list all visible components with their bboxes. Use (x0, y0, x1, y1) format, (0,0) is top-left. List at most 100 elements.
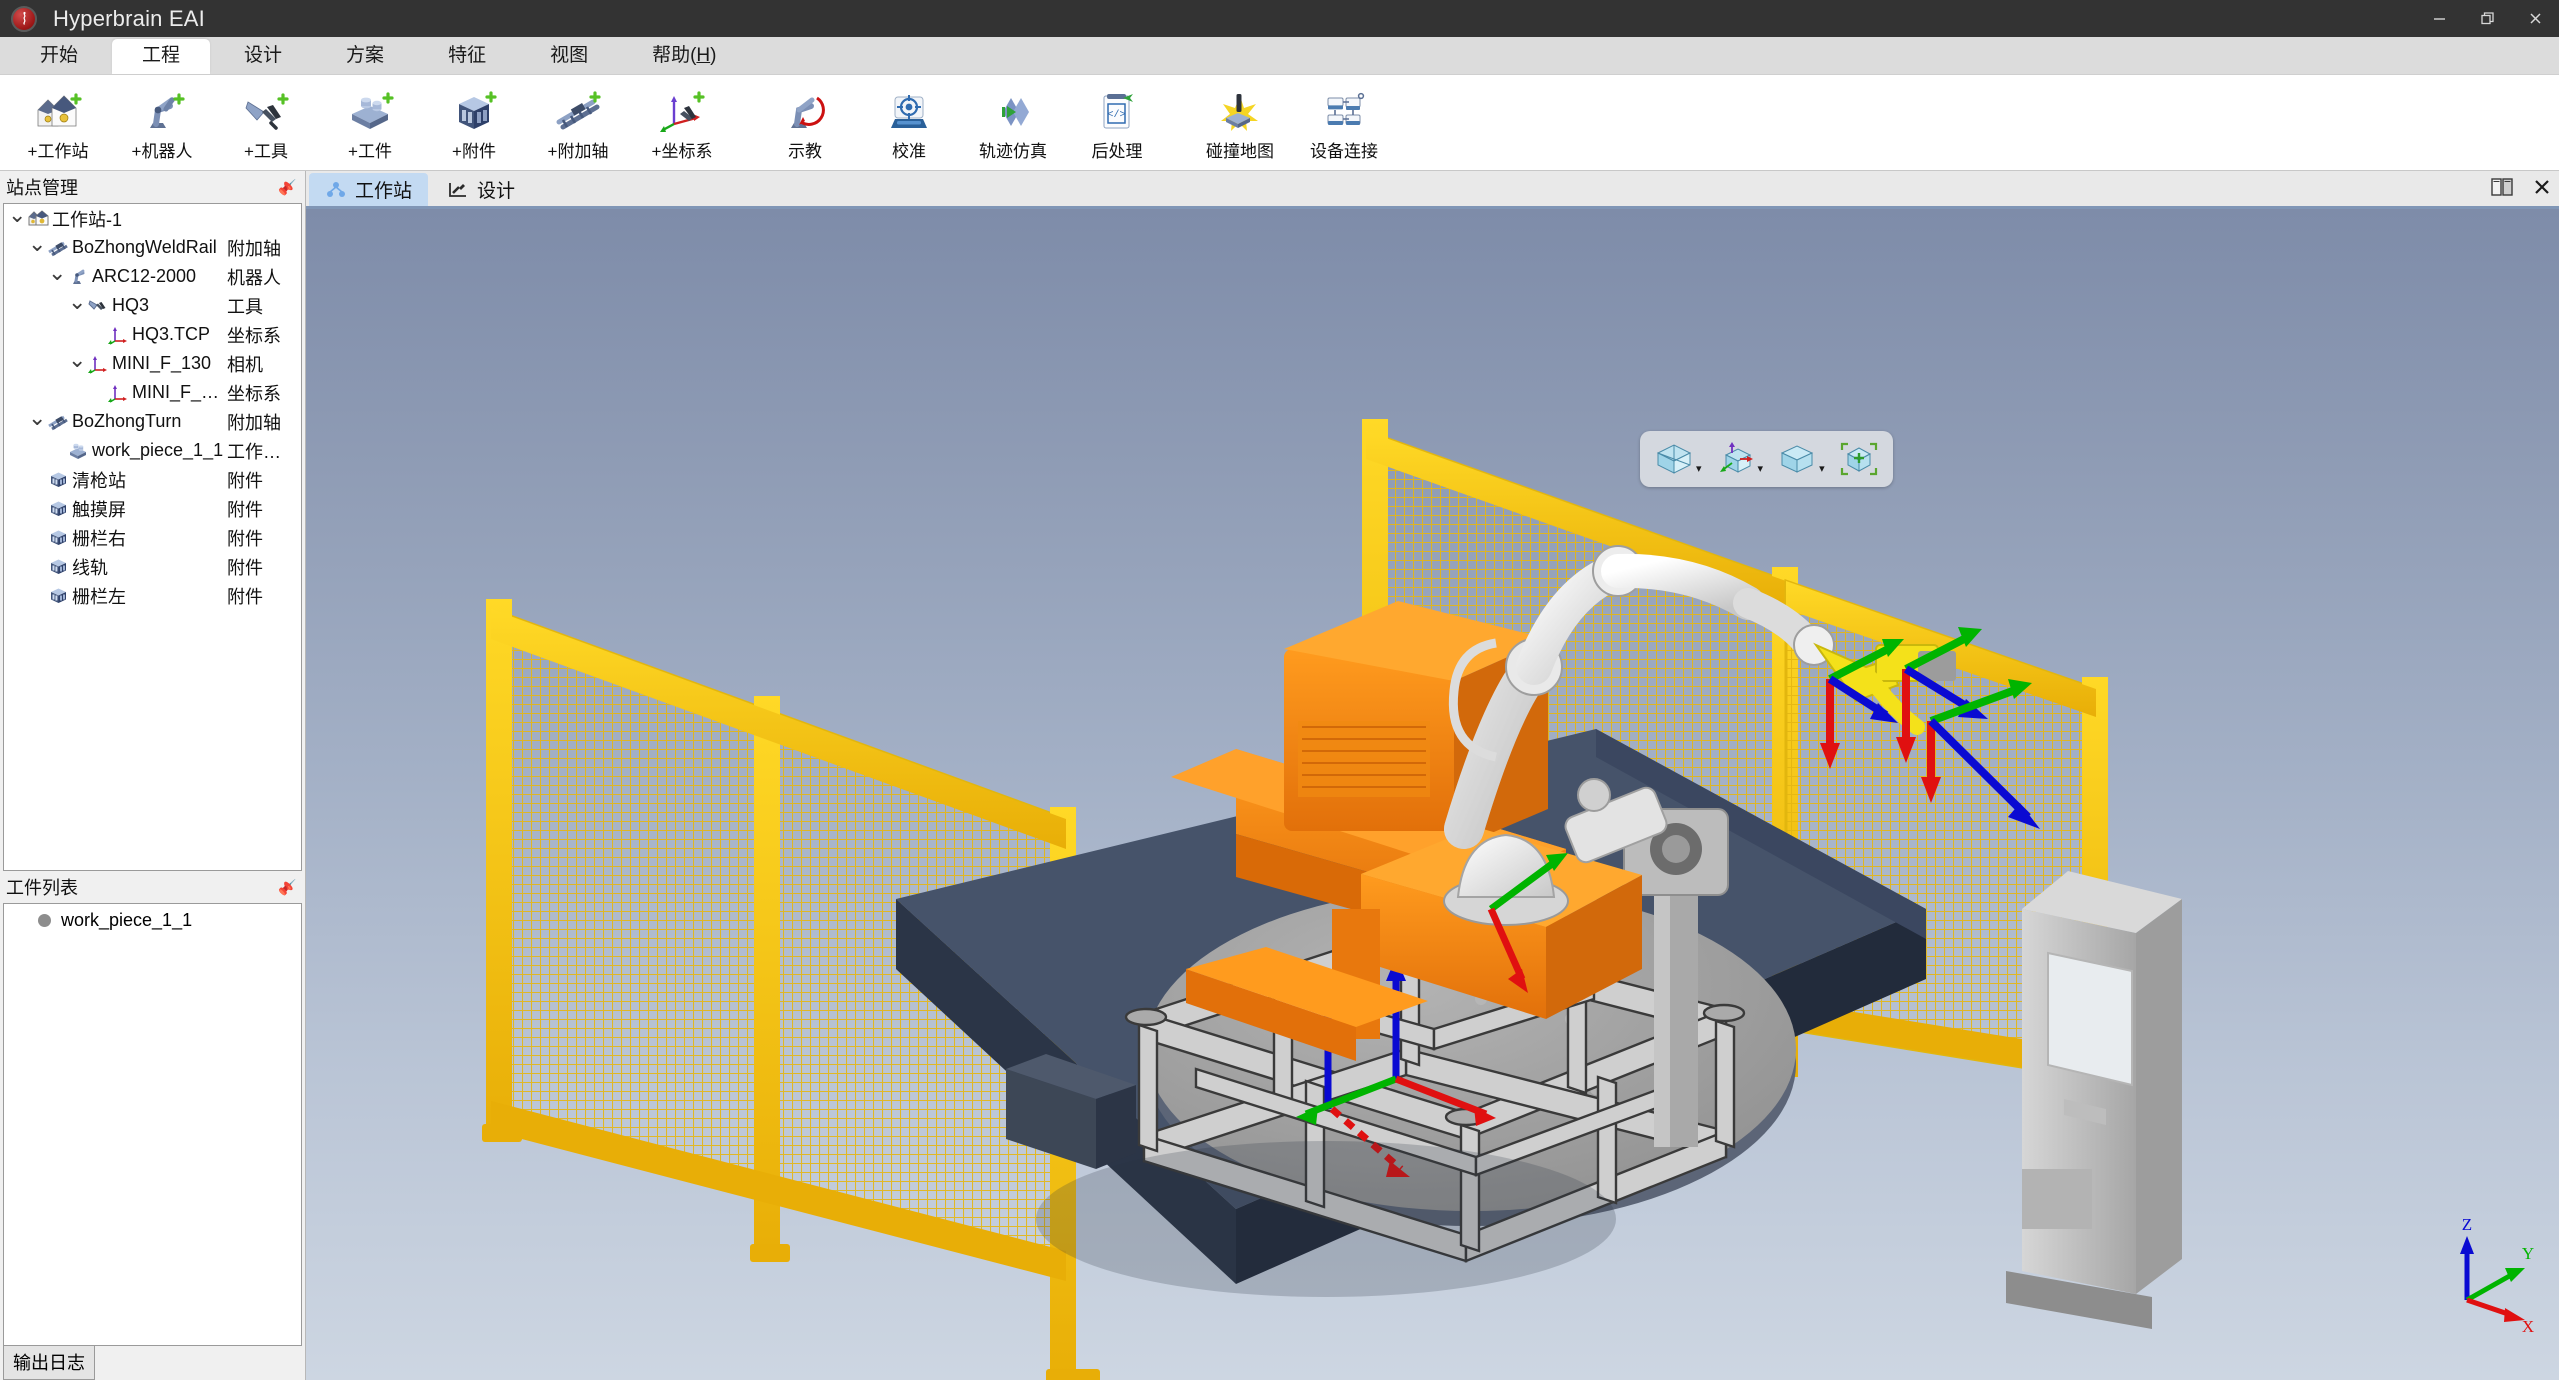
tree-item-[interactable]: 栅栏左 附件 (4, 581, 301, 610)
chevron-down-icon: ▾ (1696, 463, 1702, 475)
chevron-down-icon[interactable]: ⌄ (48, 261, 66, 286)
output-log-tab[interactable]: 输出日志 (3, 1345, 95, 1380)
ribbon-tab-project[interactable]: 工程 (112, 39, 211, 74)
trajectory-simulation-button[interactable]: 轨迹仿真 (961, 75, 1065, 170)
chevron-down-icon[interactable]: ⌄ (28, 406, 46, 431)
tree-item-bozhongturn[interactable]: ⌄ BoZhongTurn 附加轴 (4, 406, 301, 436)
add-robot-button[interactable]: +机器人 (110, 75, 214, 170)
list-item[interactable]: work_piece_1_1 (4, 904, 301, 936)
chevron-down-icon[interactable]: ⌄ (68, 290, 86, 315)
tree-item-label: HQ3.TCP (132, 324, 211, 344)
minimize-button[interactable] (2415, 0, 2463, 37)
pin-icon[interactable]: 📌 (278, 878, 297, 896)
accessory-icon (45, 557, 72, 576)
tree-item-hq3-tcp[interactable]: HQ3.TCP 坐标系 (4, 320, 301, 349)
chevron-down-icon[interactable]: ⌄ (8, 204, 26, 228)
tree-item-work-piece-1-1[interactable]: work_piece_1_1 工作… (4, 436, 301, 465)
collision-map-button[interactable]: 碰撞地图 (1188, 75, 1292, 170)
tree-item-label: 栅栏左 (72, 586, 126, 607)
external-axis-icon (45, 238, 72, 257)
shading-mode-button[interactable]: ▾ (1773, 438, 1829, 480)
cell-shadow (1036, 1141, 1616, 1297)
svg-text:Z: Z (2462, 1215, 2472, 1234)
document-tab-design-label: 设计 (477, 181, 516, 202)
add-coordinate-frame-button[interactable]: +坐标系 (630, 75, 734, 170)
axis-triad: Z Y X (2460, 1215, 2534, 1336)
document-tab-workstation[interactable]: 工作站 (309, 173, 429, 206)
tree-item-label: 清枪站 (72, 470, 126, 491)
tree-item-type: 相机 (227, 354, 263, 375)
section-view-icon (1656, 444, 1692, 474)
post-processing-icon: </> (1090, 84, 1144, 134)
document-tab-workstation-label: 工作站 (355, 181, 413, 202)
tree-item-type: 附件 (227, 586, 263, 607)
viewport-3d[interactable]: ▾ ▾ ▾ Z Y X (306, 209, 2559, 1380)
station-tree[interactable]: ⌄ 工作站-1 ⌄ BoZhongWeldRail 附加轴 ⌄ ARC12-2000 机器人 ⌄… (3, 203, 302, 871)
post-processing-button[interactable]: </> 后处理 (1065, 75, 1169, 170)
tree-item-label: 栅栏右 (72, 528, 126, 549)
add-coordinate-frame-icon (655, 84, 709, 134)
tree-item-[interactable]: 触摸屏 附件 (4, 494, 301, 523)
tree-item-[interactable]: 清枪站 附件 (4, 465, 301, 494)
station-manager-title: 站点管理 (6, 178, 78, 198)
add-tool-button[interactable]: +工具 (214, 75, 318, 170)
tree-item-arc12-2000[interactable]: ⌄ ARC12-2000 机器人 (4, 261, 301, 291)
workspace: 站点管理 📌 ⌄ 工作站-1 ⌄ BoZhongWeldRail 附加轴 ⌄ ARC12-2… (0, 171, 2559, 1380)
section-view-button[interactable]: ▾ (1650, 438, 1706, 480)
restore-button[interactable] (2463, 0, 2511, 37)
add-workpiece-button[interactable]: +工件 (318, 75, 422, 170)
external-axis-icon (45, 412, 72, 431)
ribbon-tab-start[interactable]: 开始 (10, 39, 108, 74)
ribbon-tab-feature[interactable]: 特征 (418, 39, 516, 74)
add-workpiece-label: +工件 (348, 141, 392, 161)
device-connection-button[interactable]: 设备连接 (1292, 75, 1396, 170)
document-tab-design[interactable]: 设计 (431, 173, 531, 206)
zoom-fit-icon (1840, 442, 1877, 476)
ribbon-tab-design[interactable]: 设计 (214, 39, 312, 74)
frame-icon (105, 383, 132, 403)
title-bar: Hyperbrain EAI (0, 0, 2559, 37)
chevron-down-icon[interactable]: ⌄ (68, 348, 86, 373)
split-view-icon[interactable] (2491, 177, 2513, 197)
close-icon[interactable] (2533, 178, 2551, 196)
window-controls (2415, 0, 2559, 37)
design-tab-icon (447, 180, 469, 200)
pin-icon[interactable]: 📌 (278, 178, 297, 196)
add-accessory-button[interactable]: +附件 (422, 75, 526, 170)
tree-item-mini-f-13[interactable]: MINI_F_13…坐标系 (4, 378, 301, 407)
zoom-fit-button[interactable] (1835, 438, 1883, 480)
post-processing-label: 后处理 (1091, 141, 1143, 161)
accessory-icon (45, 470, 72, 489)
ribbon-group-create: +工作站 +机器人 +工具 +工件 +附件 +附加轴 +坐标系 (6, 75, 734, 170)
ribbon-group-device: 碰撞地图 设备连接 (1188, 75, 1396, 170)
workpiece-list[interactable]: work_piece_1_1 (3, 903, 302, 1346)
add-workstation-button[interactable]: +工作站 (6, 75, 110, 170)
calibration-button[interactable]: 校准 (857, 75, 961, 170)
chevron-down-icon: ▾ (1819, 463, 1825, 475)
tree-item-label: MINI_F_130 (112, 353, 212, 373)
add-external-axis-button[interactable]: +附加轴 (526, 75, 630, 170)
coordinate-display-button[interactable]: ▾ (1712, 438, 1768, 480)
tree-item-hq3[interactable]: ⌄ HQ3 工具 (4, 290, 301, 320)
chevron-down-icon[interactable]: ⌄ (28, 232, 46, 257)
ribbon-tab-help[interactable]: 帮助(H) (622, 39, 746, 74)
document-tab-strip: 工作站 设计 (306, 171, 2559, 209)
ribbon-tab-solution[interactable]: 方案 (316, 39, 414, 74)
coordinate-cube-icon (1719, 442, 1753, 473)
teach-icon (778, 84, 832, 134)
add-workpiece-icon (343, 84, 397, 134)
tree-item-bozhongweldrail[interactable]: ⌄ BoZhongWeldRail 附加轴 (4, 232, 301, 262)
close-button[interactable] (2511, 0, 2559, 37)
tree-item-[interactable]: 栅栏右 附件 (4, 523, 301, 552)
teach-button[interactable]: 示教 (753, 75, 857, 170)
hmi-terminal (2006, 871, 2182, 1329)
ribbon-tab-view[interactable]: 视图 (520, 39, 618, 74)
app-logo-icon (11, 5, 37, 32)
ribbon-group-program: 示教 校准 轨迹仿真 </> 后处理 (753, 75, 1169, 170)
tree-item-1[interactable]: ⌄ 工作站-1 (4, 204, 301, 233)
tree-item-[interactable]: 线轨 附件 (4, 552, 301, 581)
accessory-icon (45, 499, 72, 518)
tree-item-mini-f-130[interactable]: ⌄ MINI_F_130 相机 (4, 348, 301, 378)
station-manager-header: 站点管理 📌 (0, 171, 305, 203)
svg-text:Y: Y (2522, 1244, 2534, 1263)
